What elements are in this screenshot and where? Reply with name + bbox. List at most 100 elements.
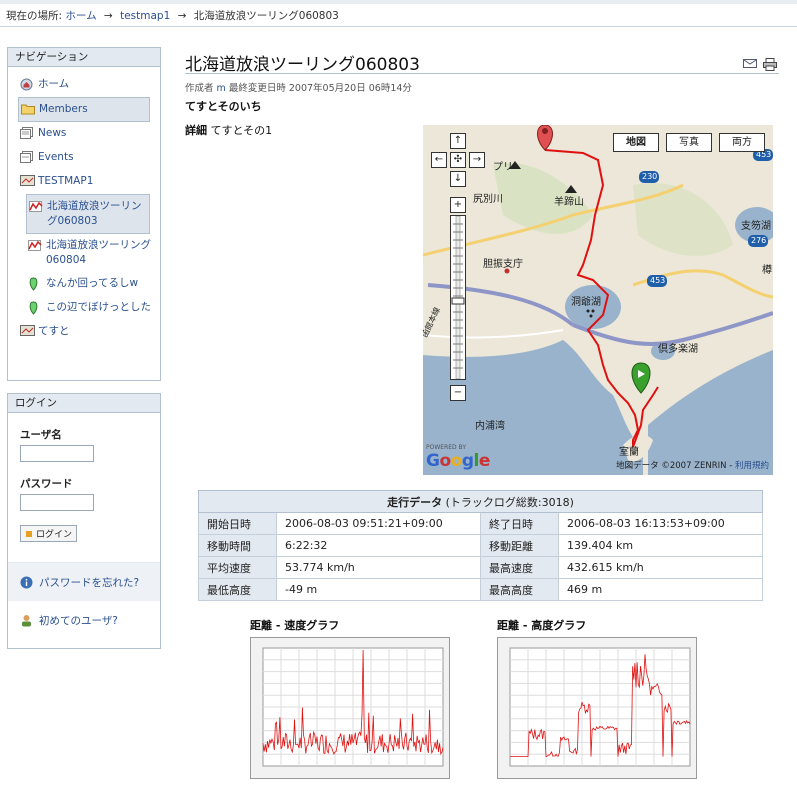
place-label: 室蘭 [619,447,639,458]
track-icon [29,200,43,214]
map-type-satellite-button[interactable]: 写真 [666,133,712,152]
terms-link[interactable]: 利用規約 [735,461,769,471]
pan-center-button[interactable]: ✣ [450,152,466,168]
zoom-out-button[interactable]: − [450,385,466,401]
place-label: 内浦湾 [475,421,505,432]
place-label: 樽 [762,265,772,276]
sidebar-item-5[interactable]: 北海道放浪ツーリング060803 [26,194,150,234]
sidebar-item-label: なんか回ってるしw [46,277,139,289]
login-button[interactable]: ログイン [20,525,78,542]
powered-by-label: POWERED BY [426,444,467,451]
sidebar-item-4[interactable]: TESTMAP1 [8,170,160,194]
sidebar-item-9[interactable]: てすと [8,320,160,344]
sidebar-item-label: News [38,127,67,139]
sidebar-item-3[interactable]: Events [8,146,160,170]
road-230-label: 230 [642,172,658,181]
breadcrumb: 現在の場所: ホーム → testmap1 → 北海道放浪ツーリング060803 [6,8,339,23]
stat-label: 最低高度 [198,578,277,601]
map-type-hybrid-button[interactable]: 両方 [719,133,765,152]
stat-value: 469 m [558,578,763,601]
username-label: ユーザ名 [20,429,62,441]
breadcrumb-home[interactable]: ホーム [65,10,96,22]
pan-right-button[interactable]: → [469,152,485,168]
navigation-list: ホーム Members News Events TESTMAP1 北海道放浪ツーリング06… [8,67,160,348]
pin-icon [28,301,42,315]
breadcrumb-testmap1[interactable]: testmap1 [120,10,170,22]
username-input[interactable] [20,445,94,462]
sidebar-item-label: TESTMAP1 [38,175,94,187]
password-input[interactable] [20,494,94,511]
speed-graph [250,637,450,779]
map-type-map-button[interactable]: 地図 [613,133,659,152]
detail-text: てすとその1 [210,124,273,137]
print-icon[interactable] [763,58,777,71]
stats-title-suffix: (トラックログ総数:3018) [445,495,574,509]
table-row: 最低高度 -49 m 最高高度 469 m [198,578,763,601]
sidebar-item-label: Events [38,151,74,163]
page-subtitle: てすとそのいち [185,100,262,113]
google-wordmark: Google [426,451,490,471]
sidebar-item-0[interactable]: ホーム [8,73,160,97]
sidebar-item-8[interactable]: この辺でぼけっとした [8,296,160,320]
folder-icon [21,103,35,117]
pan-down-button[interactable]: ↓ [450,171,466,187]
key-icon [26,530,32,537]
author-link[interactable]: m [217,83,226,94]
sidebar-item-label: 北海道放浪ツーリング060803 [47,200,142,227]
zoom-slider[interactable] [450,215,466,380]
info-icon [20,576,33,588]
stat-label: 平均速度 [198,556,277,579]
place-label: 尻別川 [473,194,503,205]
road-453b-label: 453 [650,276,666,285]
altitude-graph [497,637,697,779]
stat-value: -49 m [276,578,481,601]
road-276-label: 276 [751,236,767,245]
place-label: プリ [493,162,513,173]
sidebar-item-label: てすと [38,325,70,337]
sidebar-item-1[interactable]: Members [18,97,150,122]
breadcrumb-prefix: 現在の場所: [6,10,63,22]
google-logo: POWERED BY Google [426,444,490,471]
sidebar-item-2[interactable]: News [8,122,160,146]
forgot-password-link[interactable]: パスワードを忘れた? [8,563,160,601]
stat-value: 432.615 km/h [558,556,763,579]
stats-title: 走行データ [387,495,443,509]
password-label: パスワード [20,478,73,490]
stat-label: 最高高度 [480,578,559,601]
sidebar-item-label: Members [39,103,88,115]
detail-label: 詳細 [185,124,207,137]
mail-icon[interactable] [743,58,757,69]
stat-label: 移動時間 [198,534,277,557]
user-icon [22,614,31,626]
place-label: 倶多楽湖 [658,344,698,355]
altitude-graph-canvas [509,647,691,767]
stats-header: 走行データ (トラックログ総数:3018) [198,490,763,513]
pan-up-button[interactable]: ↑ [450,133,466,149]
top-strip [0,0,797,4]
route-map[interactable]: 453 230 276 453 プリ 尻別川 羊蹄山 胆振支庁 洞爺湖 倶多楽湖… [423,125,773,475]
sidebar-item-label: この辺でぼけっとした [46,301,151,313]
breadcrumb-separator: → [103,10,113,22]
pan-left-button[interactable]: ← [431,152,447,168]
place-label: 羊蹄山 [554,197,584,208]
copyright-text: 地図データ ©2007 ZENRIN - [616,461,735,471]
sidebar-item-7[interactable]: なんか回ってるしw [8,272,160,296]
stat-value: 2006-08-03 16:13:53+09:00 [558,512,763,535]
map-icon [20,325,35,339]
login-panel: ログイン ユーザ名 パスワード ログイン パスワードを忘れた? 初めてのユーザ? [7,393,161,649]
zoom-ticks [451,216,465,379]
table-row: 平均速度 53.774 km/h 最高速度 432.615 km/h [198,556,763,579]
sidebar-item-label: ホーム [38,78,70,90]
map-icon [20,175,35,189]
login-button-label: ログイン [36,529,73,539]
stat-label: 移動距離 [480,534,559,557]
stat-value: 139.404 km [558,534,763,557]
place-label: 支笏湖 [741,221,771,232]
new-user-link[interactable]: 初めてのユーザ? [8,601,160,639]
navigation-panel: ナビゲーション ホーム Members News Events TESTMAP1 北海道放… [7,47,161,381]
sidebar-item-6[interactable]: 北海道放浪ツーリング060804 [8,234,160,272]
stat-label: 終了日時 [480,512,559,535]
zoom-in-button[interactable]: + [450,197,466,213]
place-label: 胆振支庁 [483,259,523,270]
events-icon [20,151,34,165]
